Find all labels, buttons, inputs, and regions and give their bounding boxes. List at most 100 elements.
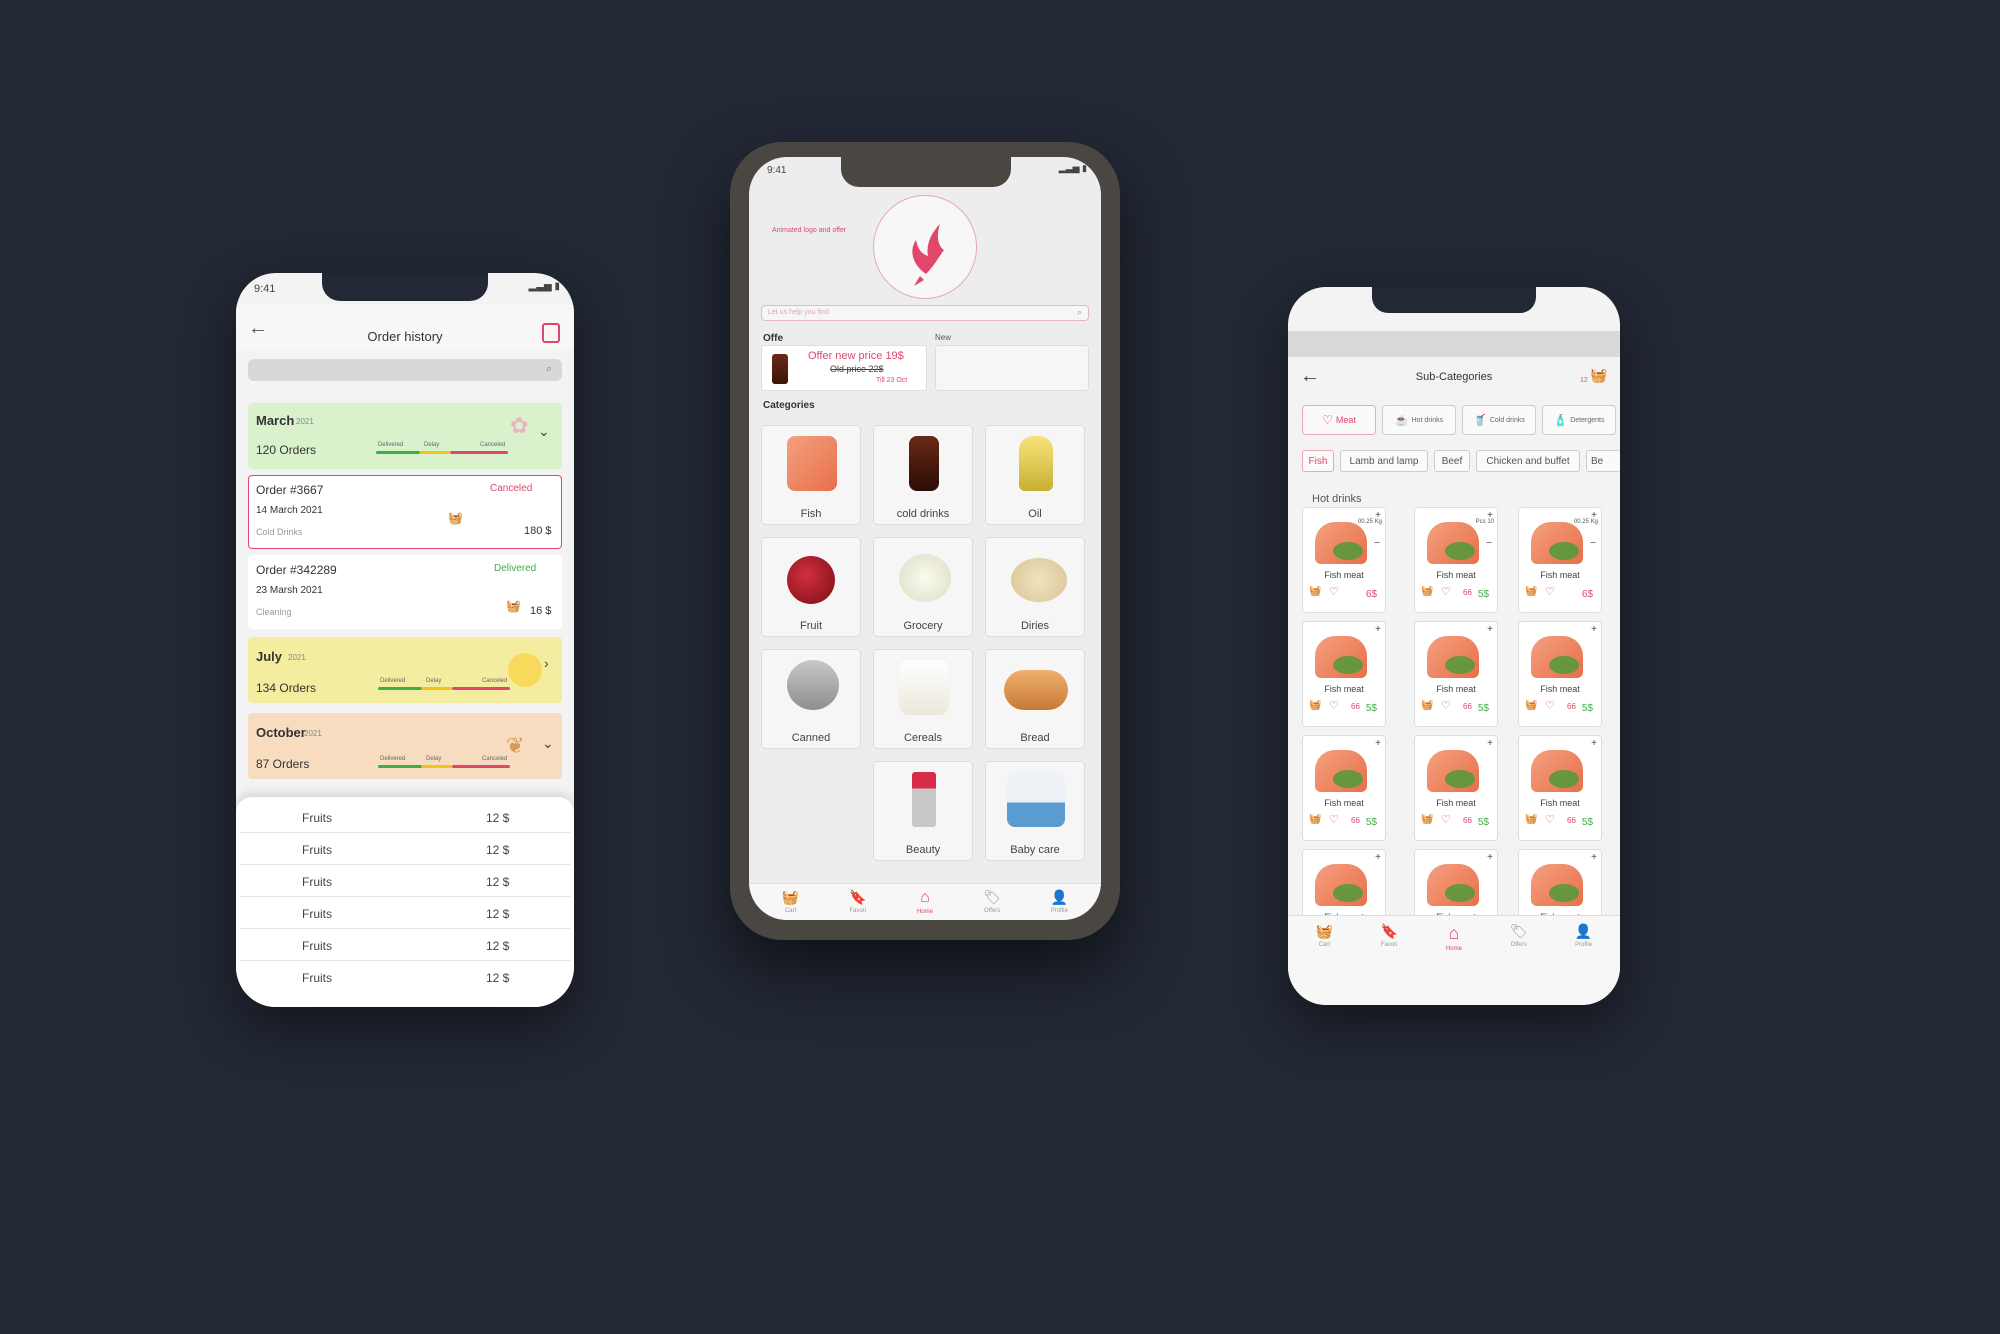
category-beauty[interactable]: Beauty	[873, 761, 973, 861]
search-input[interactable]	[248, 359, 562, 381]
plus-icon[interactable]: +	[1487, 852, 1493, 863]
product-card[interactable]: + Pcs 10− Fish meat 🧺 ♡ 66 5$	[1414, 507, 1498, 613]
heart-icon[interactable]: ♡	[1329, 585, 1339, 598]
category-canned[interactable]: Canned	[761, 649, 861, 749]
minus-icon[interactable]: −	[1374, 538, 1380, 549]
basket-icon[interactable]: 🧺	[1309, 586, 1321, 597]
discount-badge: 66	[1351, 702, 1360, 711]
sub-chicken[interactable]: Chicken and buffet	[1476, 450, 1580, 472]
product-name: Fish meat	[1324, 684, 1364, 694]
canned-image	[787, 660, 839, 710]
product-price: 6$	[1365, 589, 1377, 600]
phone-notch	[1372, 287, 1536, 313]
heart-icon[interactable]: ♡	[1441, 699, 1451, 712]
basket-icon[interactable]: 🧺	[1525, 700, 1537, 711]
sub-more[interactable]: Be	[1586, 450, 1620, 472]
minus-icon[interactable]: −	[1486, 538, 1492, 549]
list-item: Fruits 12 $	[240, 929, 570, 961]
product-card[interactable]: + Fish meat🧺 ♡ 66 5$	[1518, 735, 1602, 841]
heart-icon[interactable]: ♡	[1545, 585, 1555, 598]
nav-offers[interactable]: 🏷 Offers	[967, 889, 1017, 914]
nav-home[interactable]: ⌂ Home	[1429, 923, 1479, 952]
basket-icon[interactable]: 🧺	[1421, 700, 1433, 711]
calendar-icon[interactable]	[542, 323, 560, 343]
plus-icon[interactable]: +	[1487, 738, 1493, 749]
heart-icon[interactable]: ♡	[1545, 813, 1555, 826]
chip-meat[interactable]: ♡ Meat	[1302, 405, 1376, 435]
category-oil[interactable]: Oil	[985, 425, 1085, 525]
basket-icon[interactable]: 🧺	[1309, 700, 1321, 711]
chevron-right-icon[interactable]: ›	[544, 655, 549, 671]
basket-icon[interactable]: 🧺	[1421, 814, 1433, 825]
month-year: 2021	[288, 653, 306, 662]
plus-icon[interactable]: +	[1591, 852, 1597, 863]
plus-icon[interactable]: +	[1375, 738, 1381, 749]
chip-detergents[interactable]: 🧴 Detergents	[1542, 405, 1616, 435]
sub-lamb[interactable]: Lamb and lamp	[1340, 450, 1428, 472]
product-card[interactable]: + Fish meat🧺 ♡ 66 5$	[1414, 735, 1498, 841]
offer-card[interactable]: Offer new price 19$ Old price 22$ Till 2…	[761, 345, 927, 391]
nav-cart[interactable]: 🧺 Cart	[1299, 923, 1349, 948]
category-cold-drinks[interactable]: cold drinks	[873, 425, 973, 525]
offer-expiry: Till 23 Oct	[876, 377, 908, 384]
chip-cold-drinks[interactable]: 🥤 Cold drinks	[1462, 405, 1536, 435]
minus-icon[interactable]: −	[1590, 538, 1596, 549]
sub-beef[interactable]: Beef	[1434, 450, 1470, 472]
discount-badge: 66	[1567, 816, 1576, 825]
plus-icon[interactable]: +	[1591, 738, 1597, 749]
list-item: Fruits 12 $	[240, 833, 570, 865]
new-card[interactable]	[935, 345, 1089, 391]
cola-glass-icon	[772, 354, 788, 384]
basket-icon[interactable]: 🧺	[1525, 586, 1537, 597]
delay-bar: Delay	[422, 678, 452, 690]
heart-icon[interactable]: ♡	[1441, 585, 1451, 598]
basket-icon[interactable]: 🧺	[1421, 586, 1433, 597]
order-count: 120 Orders	[256, 443, 317, 457]
logo-circle	[873, 195, 977, 299]
basket-icon[interactable]: 🧺	[1309, 814, 1321, 825]
product-card[interactable]: + Fish meat🧺 ♡ 66 5$	[1302, 735, 1386, 841]
search-input[interactable]: Let us help you find ⌕	[761, 305, 1089, 321]
heart-icon[interactable]: ♡	[1329, 813, 1339, 826]
heart-icon[interactable]: ♡	[1329, 699, 1339, 712]
cart-icon[interactable]: 🧺	[1590, 367, 1607, 384]
product-card[interactable]: +00.25 Kg − Fish meat 🧺 ♡ 6$	[1518, 507, 1602, 613]
category-baby-care[interactable]: Baby care	[985, 761, 1085, 861]
nav-home[interactable]: ⌂ Home	[900, 889, 950, 915]
product-card[interactable]: + Fish meat🧺 ♡ 66 5$	[1414, 621, 1498, 727]
product-card[interactable]: + Fish meat🧺 ♡ 66 5$	[1302, 621, 1386, 727]
discount-badge: 66	[1351, 816, 1360, 825]
plus-icon[interactable]: +	[1487, 624, 1493, 635]
category-fruit[interactable]: Fruit	[761, 537, 861, 637]
order-count: 134 Orders	[256, 681, 317, 695]
nav-offers[interactable]: 🏷 Offers	[1494, 923, 1544, 948]
nav-cart[interactable]: 🧺 Cart	[766, 889, 816, 914]
quantity-label: Pcs 10	[1475, 519, 1494, 525]
chevron-down-icon[interactable]: ⌄	[538, 423, 550, 440]
category-diries[interactable]: Diries	[985, 537, 1085, 637]
category-cereals[interactable]: Cereals	[873, 649, 973, 749]
sub-fish[interactable]: Fish	[1302, 450, 1334, 472]
plus-icon[interactable]: +	[1591, 624, 1597, 635]
nav-favori[interactable]: 🔖 Favori	[833, 889, 883, 914]
page-title: Order history	[367, 329, 443, 344]
category-fish[interactable]: Fish	[761, 425, 861, 525]
cart-icon: 🧺	[781, 889, 800, 905]
nav-profile[interactable]: 👤 Profile	[1559, 923, 1609, 948]
plus-icon[interactable]: +	[1375, 624, 1381, 635]
category-grocery[interactable]: Grocery	[873, 537, 973, 637]
fish-meat-image	[1531, 636, 1583, 678]
chip-hot-drinks[interactable]: ☕ Hot drinks	[1382, 405, 1456, 435]
nav-profile[interactable]: 👤 Profile	[1034, 889, 1084, 914]
category-bread[interactable]: Bread	[985, 649, 1085, 749]
product-card[interactable]: +00.25 Kg − Fish meat 🧺 ♡ 6$	[1302, 507, 1386, 613]
bookmark-icon: 🔖	[1380, 923, 1398, 939]
plus-icon[interactable]: +	[1375, 852, 1381, 863]
product-card[interactable]: + Fish meat🧺 ♡ 66 5$	[1518, 621, 1602, 727]
heart-icon[interactable]: ♡	[1545, 699, 1555, 712]
chevron-down-icon[interactable]: ⌄	[542, 735, 554, 752]
signal-battery-icon: ▂▃▅ ▮	[528, 281, 560, 292]
heart-icon[interactable]: ♡	[1441, 813, 1451, 826]
basket-icon[interactable]: 🧺	[1525, 814, 1537, 825]
nav-favori[interactable]: 🔖 Favori	[1364, 923, 1414, 948]
